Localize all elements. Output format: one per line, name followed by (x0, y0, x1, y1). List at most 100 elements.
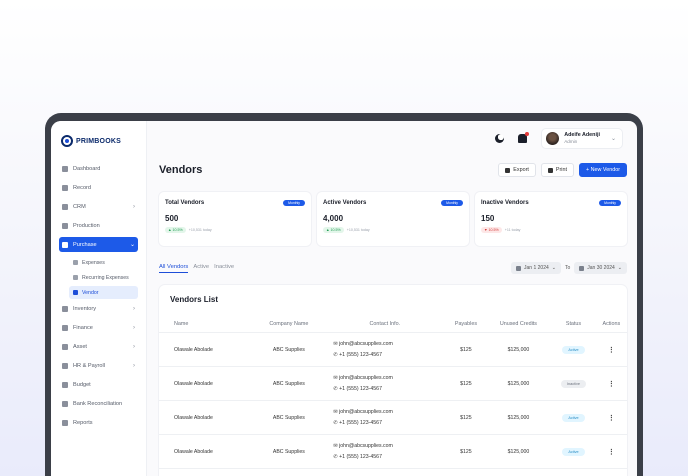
reports-icon (62, 419, 68, 426)
date-to-label: To (564, 265, 571, 271)
email[interactable]: john@abcsupplies.com (339, 341, 393, 347)
avatar (546, 131, 560, 145)
sidebar-item-dashboard[interactable]: Dashboard (59, 161, 138, 176)
date-from-picker[interactable]: Jan 1 2024 ⌄ (511, 262, 561, 274)
email[interactable]: john@abcsupplies.com (339, 409, 393, 415)
actions-cell: ⋮ (595, 434, 627, 469)
main-content: Adeife Adeniji Admin ⌄ Vendors Export Pr… (147, 121, 637, 476)
status-cell: Active (551, 400, 596, 435)
filter-bar: All Vendors Active Inactive Jan 1 2024 ⌄… (159, 262, 627, 274)
sidebar-item-purchase[interactable]: Purchase ⌄ (59, 237, 138, 252)
tab-inactive[interactable]: Inactive (214, 264, 234, 273)
trend-badge: ▲ 10.5% (323, 227, 344, 233)
chevron-down-icon: ⌄ (610, 135, 616, 142)
vendor-name: Olawale Abolade (159, 434, 255, 469)
column-header[interactable]: Payables (446, 316, 486, 333)
period-dropdown[interactable]: Monthly (283, 200, 305, 206)
period-dropdown[interactable]: Monthly (599, 200, 621, 206)
sidebar-item-label: Finance (73, 324, 93, 331)
status-badge: Active (562, 345, 585, 354)
card-value: 150 (481, 214, 495, 223)
column-header[interactable]: Company Name (254, 316, 324, 333)
asset-icon (62, 343, 68, 350)
column-header[interactable]: Unused Credits (485, 316, 552, 333)
new-vendor-button[interactable]: + New Vendor (578, 163, 627, 177)
table-row[interactable]: Olawale Abolade ABC Supplies ✉ john@abcs… (159, 366, 627, 401)
sidebar-item-asset[interactable]: Asset › (59, 339, 138, 354)
print-button[interactable]: Print (540, 163, 574, 177)
card-title: Total Vendors (165, 200, 205, 206)
sidebar-subitem-recurring-expenses[interactable]: Recurring Expenses (69, 271, 138, 284)
user-name: Adeife Adeniji (564, 132, 600, 138)
user-menu[interactable]: Adeife Adeniji Admin ⌄ (541, 127, 623, 149)
actions-cell: ⋮ (595, 332, 627, 367)
more-icon[interactable]: ⋮ (608, 449, 615, 456)
table-row[interactable]: Olawale Abolade ABC Supplies ✉ john@abcs… (159, 400, 627, 435)
more-icon[interactable]: ⋮ (608, 381, 615, 388)
user-role: Admin (564, 139, 578, 144)
sidebar-item-label: Inventory (73, 305, 97, 312)
date-from-value: Jan 1 2024 (524, 265, 549, 271)
phone: +1 (555) 123-4567 (339, 453, 382, 460)
more-icon[interactable]: ⋮ (608, 347, 615, 354)
unused-credits: $125,000 (485, 332, 552, 367)
moon-icon[interactable] (495, 133, 505, 143)
company-name: ABC Supplies (254, 400, 324, 435)
sidebar-item-reports[interactable]: Reports (59, 415, 138, 430)
vendors-list: Vendors List Name Company Name Contact I… (159, 285, 627, 476)
sidebar-item-production[interactable]: Production (59, 218, 138, 233)
inventory-icon (62, 305, 68, 312)
status-cell: Active (551, 434, 596, 469)
chevron-right-icon: › (133, 203, 135, 210)
more-icon[interactable]: ⋮ (608, 415, 615, 422)
actions-cell: ⋮ (595, 400, 627, 435)
sidebar-subitem-expenses[interactable]: Expenses (69, 256, 138, 269)
email[interactable]: john@abcsupplies.com (339, 375, 393, 381)
tab-active[interactable]: Active (193, 264, 209, 273)
column-header[interactable]: Status (551, 316, 596, 333)
sidebar-item-label: Dashboard (73, 165, 101, 172)
status-cell: Active (551, 332, 596, 367)
sidebar-item-bank-reconciliation[interactable]: Bank Reconciliation (59, 396, 138, 411)
tab-all-vendors[interactable]: All Vendors (159, 264, 189, 273)
sidebar-item-crm[interactable]: CRM › (59, 199, 138, 214)
sidebar-item-finance[interactable]: Finance › (59, 320, 138, 335)
vendor-name: Olawale Abolade (159, 366, 255, 401)
table-row[interactable]: Olawale Abolade ABC Supplies ✉ john@abcs… (159, 332, 627, 367)
record-icon (62, 184, 68, 191)
sidebar-item-hr-payroll[interactable]: HR & Payroll › (59, 358, 138, 373)
email[interactable]: john@abcsupplies.com (339, 443, 393, 449)
page-title: Vendors (159, 164, 203, 176)
sidebar-subitem-label: Vendor (82, 289, 99, 296)
sidebar-item-inventory[interactable]: Inventory › (59, 301, 138, 316)
bell-icon[interactable] (518, 131, 530, 143)
vendor-tabs: All Vendors Active Inactive (159, 264, 234, 273)
column-header[interactable]: Contact Info. (323, 316, 447, 333)
sidebar-item-record[interactable]: Record (59, 180, 138, 195)
bank-icon (62, 400, 68, 407)
page-header: Vendors Export Print + New Vendor (159, 163, 627, 177)
date-to-picker[interactable]: Jan 30 2024 ⌄ (574, 262, 627, 274)
card-title: Active Vendors (323, 200, 367, 206)
calendar-icon (516, 265, 522, 271)
trend-badge: ▼ 10.5% (481, 227, 502, 233)
payables: $125 (446, 434, 486, 469)
budget-icon (62, 381, 68, 388)
sidebar-item-label: Record (73, 184, 92, 191)
column-header[interactable]: Name (159, 316, 255, 333)
table-row[interactable]: Olawale Abolade ABC Supplies ✉ john@abcs… (159, 434, 627, 469)
export-button[interactable]: Export (498, 163, 536, 177)
trend-badge: ▲ 10.5% (165, 227, 186, 233)
sidebar-item-label: Asset (73, 343, 87, 350)
sidebar-item-label: Purchase (73, 241, 97, 248)
logo[interactable]: PRIMBOOKS (59, 135, 138, 147)
contact-info: ✉ john@abcsupplies.com ✆ +1 (555) 123-45… (323, 366, 447, 401)
chevron-down-icon: ⌄ (551, 265, 556, 271)
sidebar-item-label: Reports (73, 419, 93, 426)
period-dropdown[interactable]: Monthly (441, 200, 463, 206)
download-icon (505, 167, 511, 173)
sidebar-subitem-vendor[interactable]: Vendor (69, 286, 138, 299)
company-name: ABC Supplies (254, 366, 324, 401)
sidebar-item-budget[interactable]: Budget (59, 377, 138, 392)
print-label: Print (555, 167, 567, 173)
